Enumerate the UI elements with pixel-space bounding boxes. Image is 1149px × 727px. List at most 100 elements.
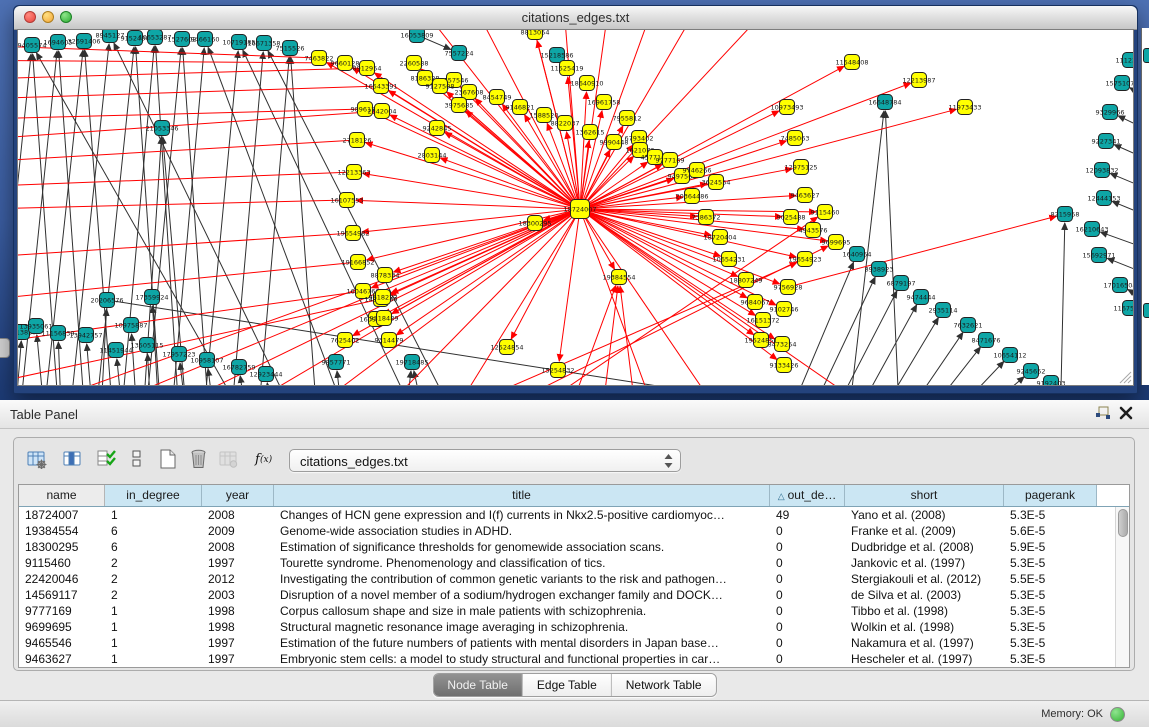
column-header-year[interactable]: year bbox=[202, 485, 274, 506]
network-edge[interactable] bbox=[1110, 173, 1133, 197]
network-node[interactable]: 10975887 bbox=[114, 318, 147, 333]
network-node[interactable]: 9405574 bbox=[18, 38, 46, 53]
network-node[interactable]: 11675331 bbox=[1113, 301, 1133, 316]
table-row[interactable]: 1872400712008Changes of HCN gene express… bbox=[19, 507, 1129, 523]
network-edge[interactable] bbox=[802, 277, 875, 385]
network-node[interactable]: 9115460 bbox=[811, 205, 840, 220]
network-node[interactable]: 10654112 bbox=[993, 348, 1026, 363]
network-edge[interactable] bbox=[885, 111, 900, 385]
network-node[interactable]: 8471676 bbox=[972, 333, 1001, 348]
column-header-title[interactable]: title bbox=[274, 485, 770, 506]
network-node[interactable]: 9227341 bbox=[1092, 134, 1121, 149]
network-node[interactable]: 12213363 bbox=[337, 165, 370, 180]
network-edge[interactable] bbox=[959, 377, 1024, 385]
network-node[interactable]: 11973433 bbox=[948, 100, 981, 115]
collapsed-panel-handle[interactable] bbox=[0, 338, 10, 358]
select-columns-icon[interactable] bbox=[92, 446, 120, 474]
network-edge[interactable] bbox=[87, 344, 94, 385]
network-node[interactable]: 8813054 bbox=[521, 30, 550, 40]
network-edge[interactable] bbox=[914, 347, 980, 385]
network-edge[interactable] bbox=[363, 173, 580, 209]
delete-table-icon[interactable] bbox=[184, 446, 212, 474]
network-edge[interactable] bbox=[117, 359, 124, 385]
network-canvas[interactable]: 9405574169460532691406894512791524061065… bbox=[17, 29, 1134, 386]
network-node[interactable]: 7632621 bbox=[954, 318, 983, 333]
network-node[interactable]: 7557224 bbox=[445, 46, 474, 61]
table-scrollbar[interactable] bbox=[1115, 507, 1129, 668]
network-edge[interactable] bbox=[502, 217, 818, 385]
network-node[interactable]: 2935114 bbox=[929, 303, 958, 318]
network-node[interactable]: 15692971 bbox=[1082, 248, 1115, 263]
network-edge[interactable] bbox=[559, 209, 580, 361]
network-node[interactable]: 20206576 bbox=[90, 293, 123, 308]
table-row[interactable]: 946554611997Estimation of the future num… bbox=[19, 635, 1129, 651]
table-row[interactable]: 1830029562008Estimation of significance … bbox=[19, 539, 1129, 555]
network-edge[interactable] bbox=[114, 43, 302, 385]
table-row[interactable]: 977716911998Corpus callosum shape and si… bbox=[19, 603, 1129, 619]
network-edge[interactable] bbox=[356, 200, 580, 209]
network-edge[interactable] bbox=[895, 332, 963, 385]
network-edge[interactable] bbox=[240, 376, 248, 385]
table-row[interactable]: 1456911722003Disruption of a novel membe… bbox=[19, 587, 1129, 603]
network-edge[interactable] bbox=[1112, 201, 1133, 224]
function-builder-icon[interactable]: f(x) bbox=[250, 446, 278, 474]
new-table-icon[interactable] bbox=[153, 446, 181, 474]
network-edge[interactable] bbox=[580, 92, 587, 209]
window-resize-grip[interactable] bbox=[1117, 369, 1132, 384]
network-node[interactable]: 9474444 bbox=[907, 290, 936, 305]
network-node[interactable]: 8215958 bbox=[1051, 207, 1080, 222]
network-edge[interactable] bbox=[937, 362, 1004, 385]
column-header-out_de[interactable]: △out_de… bbox=[770, 485, 845, 506]
network-edge[interactable] bbox=[1118, 116, 1133, 139]
network-edge[interactable] bbox=[580, 209, 902, 385]
network-node[interactable]: 16053809 bbox=[400, 30, 433, 43]
network-edge[interactable] bbox=[1060, 223, 1065, 385]
network-node[interactable]: 8454749 bbox=[483, 90, 512, 105]
network-edge[interactable] bbox=[37, 335, 46, 385]
column-header-in_degree[interactable]: in_degree bbox=[105, 485, 202, 506]
column-stack-icon[interactable] bbox=[122, 446, 150, 474]
network-node[interactable]: 9466160 bbox=[191, 32, 220, 47]
network-edge[interactable] bbox=[267, 383, 274, 385]
network-edge[interactable] bbox=[18, 68, 367, 80]
float-panel-icon[interactable] bbox=[1095, 406, 1113, 422]
close-panel-icon[interactable] bbox=[1119, 406, 1137, 422]
network-edge[interactable] bbox=[18, 60, 345, 63]
table-row[interactable]: 946362711997Embryonic stem cells: a mode… bbox=[19, 651, 1129, 667]
table-row[interactable]: 1938455462009Genome-wide association stu… bbox=[19, 523, 1129, 539]
network-edge[interactable] bbox=[1130, 88, 1133, 110]
network-node[interactable]: 16961758 bbox=[587, 95, 620, 110]
network-edge[interactable] bbox=[120, 46, 154, 385]
network-node[interactable]: 9857771 bbox=[322, 355, 351, 370]
network-node[interactable]: 7485063 bbox=[781, 131, 810, 146]
network-edge[interactable] bbox=[18, 341, 21, 385]
network-edge[interactable] bbox=[580, 109, 956, 209]
network-edge[interactable] bbox=[202, 51, 238, 385]
table-panel-header[interactable]: Table Panel bbox=[0, 400, 1149, 429]
network-node[interactable]: 9756928 bbox=[774, 280, 803, 295]
network-node[interactable]: 3624554 bbox=[702, 175, 731, 190]
network-node[interactable]: 8878334 bbox=[371, 268, 400, 283]
network-node[interactable]: 16210643 bbox=[1075, 222, 1108, 237]
tab-node-table[interactable]: Node Table bbox=[433, 674, 523, 696]
network-edge[interactable] bbox=[18, 299, 381, 385]
network-node[interactable]: 10654231 bbox=[712, 252, 745, 267]
network-node[interactable]: 7386372 bbox=[692, 210, 721, 225]
network-node[interactable]: 13505115 bbox=[130, 338, 163, 353]
network-node[interactable]: 6879197 bbox=[887, 276, 916, 291]
table-row[interactable]: 969969511998Structural magnetic resonanc… bbox=[19, 619, 1129, 635]
table-row[interactable]: 2242004622012Investigating the contribut… bbox=[19, 571, 1129, 587]
column-header-name[interactable]: name bbox=[19, 485, 105, 506]
network-node[interactable]: 11548408 bbox=[835, 55, 868, 70]
network-edge[interactable] bbox=[18, 109, 365, 120]
network-node[interactable]: 19654982 bbox=[336, 226, 369, 241]
network-edge[interactable] bbox=[396, 209, 580, 335]
network-node[interactable]: 2260588 bbox=[400, 56, 429, 71]
network-window-titlebar[interactable]: citations_edges.txt bbox=[14, 6, 1137, 30]
network-node[interactable]: 1112384 bbox=[1116, 53, 1133, 68]
network-edge[interactable] bbox=[1114, 145, 1133, 168]
show-columns-icon[interactable] bbox=[58, 446, 86, 474]
column-header-pagerank[interactable]: pagerank bbox=[1004, 485, 1097, 506]
network-node[interactable]: 16648784 bbox=[868, 95, 901, 110]
network-edge[interactable] bbox=[18, 140, 357, 164]
